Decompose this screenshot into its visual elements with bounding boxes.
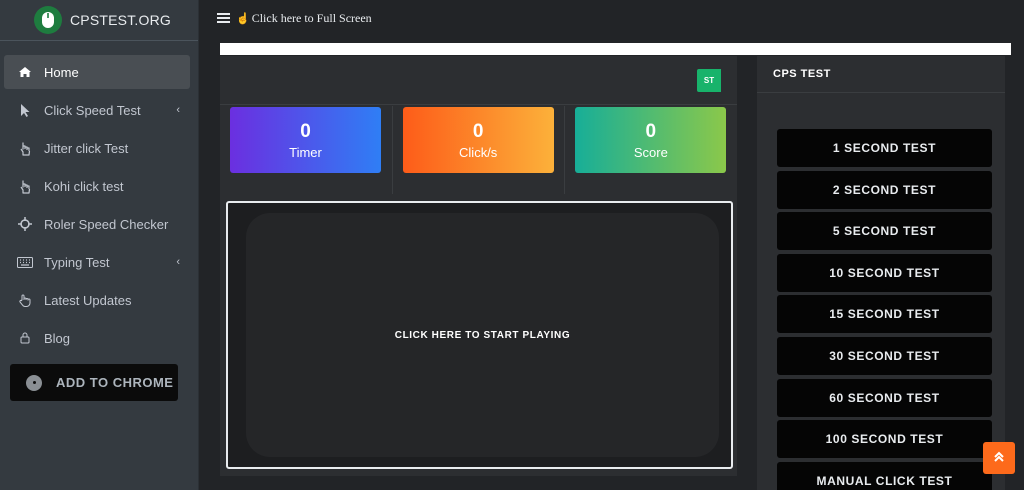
test-button-1-second[interactable]: 1 SECOND TEST (777, 129, 992, 167)
sidebar-item-jitter-click-test[interactable]: Jitter click Test (4, 131, 190, 165)
pointer-hand-icon: ☝ (236, 12, 250, 25)
score-stat: 0 Score (575, 107, 727, 173)
test-button-manual[interactable]: MANUAL CLICK TEST (777, 461, 992, 490)
sidebar-item-latest-updates[interactable]: Latest Updates (4, 283, 190, 317)
timer-label: Timer (289, 144, 322, 160)
stat-column: 0 Score (565, 106, 737, 194)
timer-value: 0 (300, 120, 311, 142)
pointer-hand-icon (14, 141, 36, 156)
clicks-per-second-value: 0 (472, 120, 484, 142)
sidebar-item-click-speed-test[interactable]: Click Speed Test ‹ (4, 93, 190, 127)
score-label: Score (633, 144, 668, 160)
brand[interactable]: CPSTEST.ORG (0, 0, 198, 41)
test-button-30-second[interactable]: 30 SECOND TEST (777, 336, 992, 375)
stats-row: 0 Timer 0 Click/s 0 Score (220, 106, 737, 194)
game-card: ST 0 Timer 0 Click/s 0 Score CLICK HERE … (220, 56, 737, 476)
sidebar-item-label: Home (44, 64, 79, 80)
sidebar-item-label: Typing Test (44, 254, 110, 270)
hand-icon (14, 294, 36, 307)
chevron-left-icon: ‹ (176, 256, 180, 268)
ad-banner (220, 43, 1011, 55)
sidebar-item-label: Latest Updates (44, 292, 132, 308)
sidebar: CPSTEST.ORG Home Click Speed Test ‹ Jitt… (0, 0, 199, 490)
add-to-chrome-button[interactable]: ADD TO CHROME (10, 364, 178, 401)
sidebar-item-label: Kohi click test (44, 178, 124, 194)
start-button[interactable]: ST (697, 69, 721, 92)
test-button-5-second[interactable]: 5 SECOND TEST (777, 212, 992, 251)
sidebar-item-typing-test[interactable]: Typing Test ‹ (4, 245, 190, 279)
crosshair-icon (14, 217, 36, 231)
sidebar-item-blog[interactable]: Blog (4, 321, 190, 355)
keyboard-icon (14, 256, 36, 268)
click-area[interactable]: CLICK HERE TO START PLAYING (226, 201, 733, 469)
timer-stat: 0 Timer (230, 107, 381, 173)
topbar: ☝ Click here to Full Screen (199, 0, 1024, 36)
start-playing-prompt: CLICK HERE TO START PLAYING (394, 329, 571, 341)
card-header: ST (220, 56, 737, 105)
sidebar-item-home[interactable]: Home (4, 55, 190, 89)
sidebar-nav: Home Click Speed Test ‹ Jitter click Tes… (0, 41, 198, 355)
pointer-hand-icon (14, 179, 36, 194)
sidebar-item-label: Jitter click Test (44, 140, 129, 156)
test-button-10-second[interactable]: 10 SECOND TEST (777, 253, 992, 292)
sidebar-item-roler-speed-checker[interactable]: Roler Speed Checker (4, 207, 190, 241)
fullscreen-link[interactable]: Click here to Full Screen (252, 11, 372, 26)
test-button-2-second[interactable]: 2 SECOND TEST (777, 170, 992, 209)
chrome-icon (26, 374, 42, 391)
sidebar-item-label: Blog (44, 330, 71, 346)
brand-name: CPSTEST.ORG (70, 12, 171, 28)
clicks-per-second-stat: 0 Click/s (402, 107, 554, 173)
sidebar-item-label: Click Speed Test (44, 102, 141, 118)
add-to-chrome-label: ADD TO CHROME (56, 375, 174, 390)
chevron-double-up-icon (993, 450, 1005, 466)
stat-column: 0 Timer (220, 106, 393, 194)
clicks-per-second-label: Click/s (459, 144, 498, 160)
sidebar-item-label: Roler Speed Checker (44, 216, 169, 232)
chevron-left-icon: ‹ (176, 104, 180, 116)
panel-title: CPS TEST (757, 56, 1005, 93)
test-button-15-second[interactable]: 15 SECOND TEST (777, 295, 992, 334)
sidebar-item-kohi-click-test[interactable]: Kohi click test (4, 169, 190, 203)
test-button-60-second[interactable]: 60 SECOND TEST (777, 378, 992, 417)
lock-icon (14, 332, 36, 344)
scroll-to-top-button[interactable] (983, 442, 1015, 474)
test-list: 1 SECOND TEST 2 SECOND TEST 5 SECOND TES… (777, 129, 992, 490)
home-icon (14, 66, 36, 78)
test-button-100-second[interactable]: 100 SECOND TEST (777, 420, 992, 459)
mouse-icon (34, 6, 62, 34)
menu-icon[interactable] (217, 13, 230, 23)
cursor-icon (14, 103, 36, 118)
score-value: 0 (645, 120, 657, 142)
click-area-inner[interactable]: CLICK HERE TO START PLAYING (246, 213, 719, 457)
cps-test-panel: CPS TEST 1 SECOND TEST 2 SECOND TEST 5 S… (757, 56, 1005, 490)
stat-column: 0 Click/s (393, 106, 566, 194)
